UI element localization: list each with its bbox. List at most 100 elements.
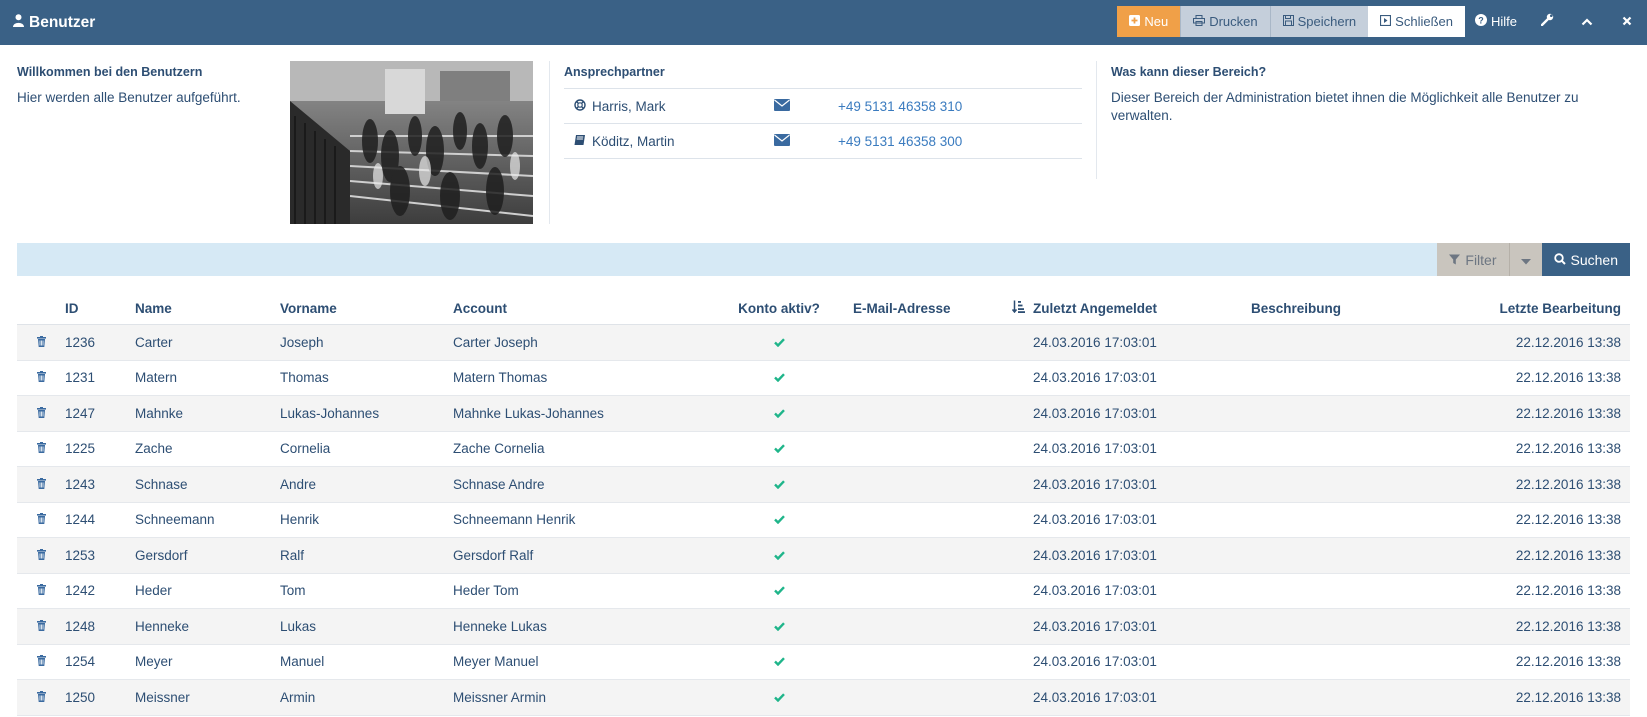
info-panel: Willkommen bei den Benutzern Hier werden… <box>0 45 1647 243</box>
column-header-aktiv[interactable]: Konto aktiv? <box>718 301 840 316</box>
user-icon <box>13 13 24 32</box>
column-header-email[interactable]: E-Mail-Adresse <box>840 301 1003 316</box>
cell-account: Schnase Andre <box>453 476 545 492</box>
cell-letzte-bearbeitung: 22.12.2016 13:38 <box>1515 370 1621 386</box>
header-photo <box>290 61 533 224</box>
cell-aktiv <box>718 619 840 634</box>
collapse-button[interactable] <box>1567 6 1607 37</box>
funnel-icon <box>1449 252 1461 268</box>
cell-id: 1231 <box>65 370 96 386</box>
filter-button-label: Filter <box>1465 251 1497 268</box>
cell-aktiv <box>718 690 840 705</box>
table-row[interactable]: 1250 Meissner Armin Meissner Armin 24.03… <box>17 680 1630 716</box>
table-row[interactable]: 1244 Schneemann Henrik Schneemann Henrik… <box>17 503 1630 538</box>
trash-icon <box>36 335 46 350</box>
cell-account: Carter Joseph <box>453 334 538 350</box>
cell-vorname: Henrik <box>280 512 320 528</box>
email-contact-button[interactable] <box>774 98 838 114</box>
delete-button[interactable] <box>17 690 65 705</box>
trash-icon <box>36 512 46 527</box>
close-square-icon <box>1380 14 1392 29</box>
cell-letzte-bearbeitung: 22.12.2016 13:38 <box>1515 441 1621 457</box>
contacts-section: Ansprechpartner Harris, Mark +49 5131 46… <box>564 65 1082 159</box>
contact-name-text: Köditz, Martin <box>592 133 675 149</box>
table-row[interactable]: 1231 Matern Thomas Matern Thomas 24.03.2… <box>17 361 1630 396</box>
delete-button[interactable] <box>17 406 65 421</box>
close-button[interactable]: Schließen <box>1368 5 1465 37</box>
column-header-vorname[interactable]: Vorname <box>280 301 453 316</box>
cell-name: Heder <box>135 583 172 599</box>
contact-name: Harris, Mark <box>564 99 774 114</box>
cell-account: Mahnke Lukas-Johannes <box>453 405 604 421</box>
cell-last-login: 24.03.2016 17:03:01 <box>1033 334 1157 350</box>
cell-last-login: 24.03.2016 17:03:01 <box>1033 405 1157 421</box>
cell-aktiv <box>718 512 840 527</box>
check-icon <box>773 548 785 563</box>
save-button[interactable]: Speichern <box>1269 5 1369 37</box>
check-icon <box>773 619 785 634</box>
delete-button[interactable] <box>17 335 65 350</box>
cell-name: Gersdorf <box>135 547 188 563</box>
column-header-id[interactable]: ID <box>65 301 135 316</box>
table-row[interactable]: 1247 Mahnke Lukas-Johannes Mahnke Lukas-… <box>17 396 1630 432</box>
caret-down-icon <box>1520 252 1531 268</box>
delete-button[interactable] <box>17 583 65 598</box>
cell-letzte-bearbeitung: 22.12.2016 13:38 <box>1515 583 1621 599</box>
cell-last-login: 24.03.2016 17:03:01 <box>1033 618 1157 634</box>
cell-aktiv <box>718 477 840 492</box>
table-row[interactable]: 1242 Heder Tom Heder Tom 24.03.2016 17:0… <box>17 574 1630 609</box>
filter-bar: Filter Suchen <box>17 243 1630 276</box>
contact-phone[interactable]: +49 5131 46358 300 <box>838 134 962 149</box>
contact-phone[interactable]: +49 5131 46358 310 <box>838 99 962 114</box>
new-button[interactable]: Neu <box>1117 5 1181 37</box>
delete-button[interactable] <box>17 548 65 563</box>
trash-icon <box>36 441 46 456</box>
table-row[interactable]: 1254 Meyer Manuel Meyer Manuel 24.03.201… <box>17 645 1630 680</box>
about-section: Was kann dieser Bereich? Dieser Bereich … <box>1111 65 1631 125</box>
column-header-name[interactable]: Name <box>135 301 280 316</box>
cell-letzte-bearbeitung: 22.12.2016 13:38 <box>1515 512 1621 528</box>
cell-account: Matern Thomas <box>453 370 548 386</box>
search-button[interactable]: Suchen <box>1541 243 1630 276</box>
delete-button[interactable] <box>17 654 65 669</box>
save-button-label: Speichern <box>1297 13 1357 29</box>
filter-button[interactable]: Filter <box>1437 243 1509 276</box>
check-icon <box>773 654 785 669</box>
cell-name: Zache <box>135 441 173 457</box>
check-icon <box>773 477 785 492</box>
contacts-title: Ansprechpartner <box>564 65 1082 89</box>
envelope-icon <box>774 98 790 114</box>
column-header-letzte-bearbeitung[interactable]: Letzte Bearbeitung <box>1431 301 1630 316</box>
column-header-account[interactable]: Account <box>453 301 718 316</box>
table-row[interactable]: 1225 Zache Cornelia Zache Cornelia 24.03… <box>17 432 1630 467</box>
cell-last-login: 24.03.2016 17:03:01 <box>1033 583 1157 599</box>
cell-vorname: Lukas <box>280 618 317 634</box>
cell-last-login: 24.03.2016 17:03:01 <box>1033 654 1157 670</box>
close-window-button[interactable] <box>1607 6 1647 37</box>
print-button[interactable]: Drucken <box>1180 5 1270 37</box>
cell-vorname: Lukas-Johannes <box>280 405 380 421</box>
cell-id: 1253 <box>65 547 96 563</box>
email-contact-button[interactable] <box>774 133 838 149</box>
delete-button[interactable] <box>17 477 65 492</box>
help-button[interactable]: ? Hilfe <box>1465 6 1527 37</box>
check-icon <box>773 583 785 598</box>
table-row[interactable]: 1243 Schnase Andre Schnase Andre 24.03.2… <box>17 467 1630 503</box>
delete-button[interactable] <box>17 441 65 456</box>
sort-toggle[interactable] <box>1003 300 1033 316</box>
cell-id: 1244 <box>65 512 96 528</box>
settings-button[interactable] <box>1527 6 1567 37</box>
trash-icon <box>36 477 46 492</box>
delete-button[interactable] <box>17 512 65 527</box>
delete-button[interactable] <box>17 370 65 385</box>
filter-dropdown-button[interactable] <box>1508 243 1542 276</box>
delete-button[interactable] <box>17 619 65 634</box>
welcome-text: Hier werden alle Benutzer aufgeführt. <box>17 90 241 105</box>
about-title: Was kann dieser Bereich? <box>1111 65 1267 79</box>
table-row[interactable]: 1253 Gersdorf Ralf Gersdorf Ralf 24.03.2… <box>17 538 1630 574</box>
table-row[interactable]: 1248 Henneke Lukas Henneke Lukas 24.03.2… <box>17 609 1630 645</box>
column-header-beschreibung[interactable]: Beschreibung <box>1251 301 1431 316</box>
column-header-last-login[interactable]: Zuletzt Angemeldet <box>1033 301 1251 316</box>
table-row[interactable]: 1236 Carter Joseph Carter Joseph 24.03.2… <box>17 325 1630 361</box>
table-header: ID Name Vorname Account Konto aktiv? E-M… <box>17 292 1630 325</box>
